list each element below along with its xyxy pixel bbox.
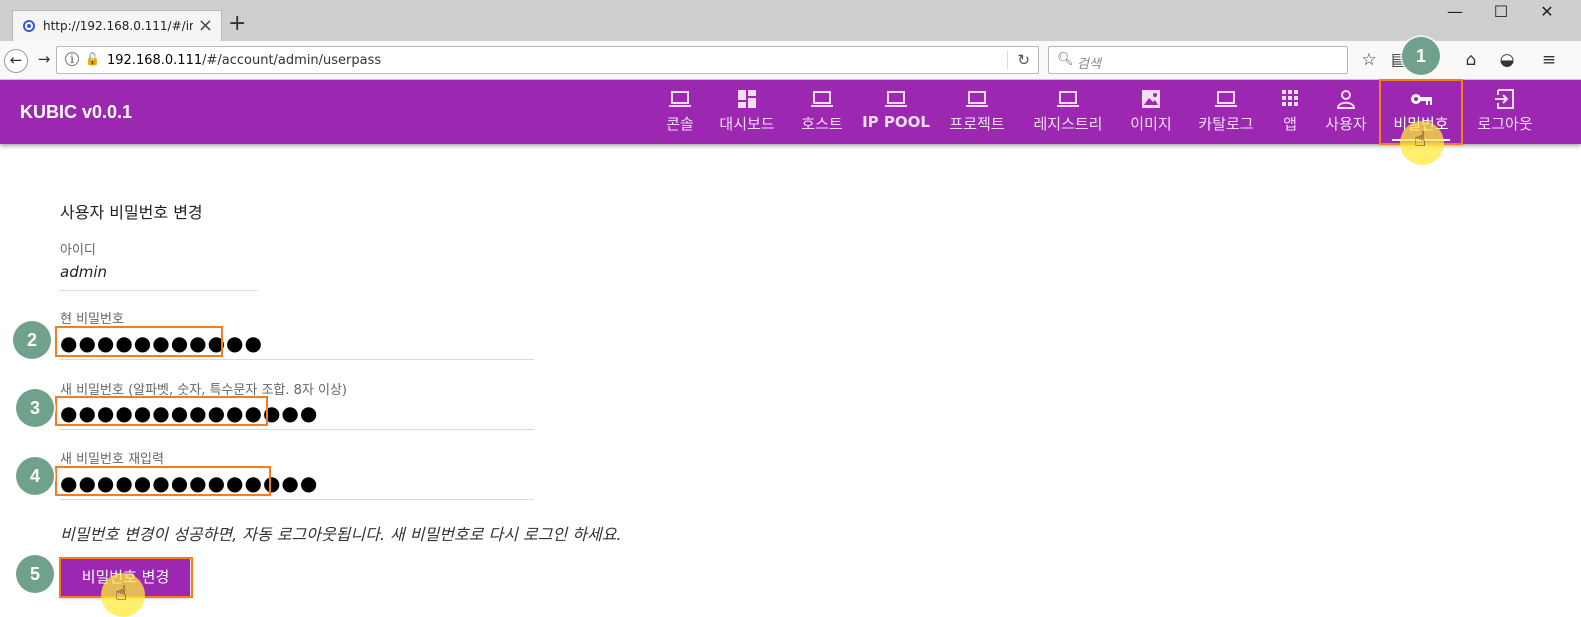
nav-item-catalog[interactable]: 카탈로그 <box>1188 80 1264 144</box>
search-placeholder: 검색 <box>1077 57 1101 72</box>
url-bar[interactable]: i 🔓 192.168.0.111/#/account/admin/userpa… <box>56 46 1039 74</box>
page-title: 사용자 비밀번호 변경 <box>60 203 203 222</box>
nav-label: 앱 <box>1283 115 1297 133</box>
nav-item-dashboard[interactable]: 대시보드 <box>710 80 784 144</box>
highlight-box-new-password <box>55 396 268 426</box>
laptop-icon <box>1188 89 1264 111</box>
nav-item-apps[interactable]: 앱 <box>1272 80 1308 144</box>
brand-title[interactable]: KUBIC v0.0.1 <box>20 102 132 123</box>
nav-label: IP POOL <box>862 113 930 131</box>
laptop-icon <box>656 89 704 111</box>
browser-navbar: ← → i 🔓 192.168.0.111/#/account/admin/us… <box>0 41 1581 80</box>
nav-item-registry[interactable]: 레지스트리 <box>1022 80 1114 144</box>
minimize-window-button[interactable]: — <box>1432 2 1478 21</box>
nav-item-console[interactable]: 콘솔 <box>656 80 704 144</box>
new-tab-button[interactable]: + <box>228 13 246 35</box>
confirm-password-label: 새 비밀번호 재입력 <box>60 452 164 467</box>
url-host: 192.168.0.111 <box>107 53 203 68</box>
pocket-icon[interactable]: ◒ <box>1496 50 1518 70</box>
search-bar[interactable]: 🔍︎ 검색 <box>1048 46 1348 74</box>
nav-label: 대시보드 <box>719 115 775 133</box>
nav-label: 사용자 <box>1325 115 1367 133</box>
step-badge-5: 5 <box>16 555 54 593</box>
forward-button[interactable]: → <box>32 49 56 73</box>
close-window-button[interactable]: ✕ <box>1524 2 1570 21</box>
step-badge-4: 4 <box>16 457 54 495</box>
reload-icon[interactable]: ↻ <box>1017 51 1030 69</box>
nav-label: 콘솔 <box>666 115 694 133</box>
nav-item-image[interactable]: 이미지 <box>1122 80 1180 144</box>
nav-label: 레지스트리 <box>1033 115 1103 133</box>
nav-label: 로그아웃 <box>1477 115 1533 133</box>
logout-notice: 비밀번호 변경이 성공하면, 자동 로그아웃됩니다. 새 비밀번호로 다시 로그… <box>60 525 622 544</box>
step-badge-1: 1 <box>1402 37 1440 75</box>
nav-label: 호스트 <box>801 115 843 133</box>
highlight-box-confirm-password <box>55 466 271 496</box>
image-icon <box>1122 89 1180 111</box>
hand-cursor-icon: ☝ <box>115 581 128 605</box>
favicon-icon <box>23 20 35 32</box>
laptop-icon <box>860 89 932 111</box>
app-header: KUBIC v0.0.1 콘솔 대시보드 호스트 IP POOL 프로젝트 레지… <box>0 80 1581 144</box>
nav-label: 이미지 <box>1130 115 1172 133</box>
browser-tab[interactable]: http://192.168.0.111/#/imag × <box>12 10 222 41</box>
laptop-icon <box>792 89 852 111</box>
id-label: 아이디 <box>60 243 96 258</box>
hamburger-menu-icon[interactable]: ≡ <box>1538 50 1560 70</box>
tab-title: http://192.168.0.111/#/imag <box>43 19 193 33</box>
dashboard-icon <box>710 89 784 111</box>
id-divider <box>60 290 258 291</box>
nav-item-users[interactable]: 사용자 <box>1316 80 1376 144</box>
maximize-window-button[interactable]: ☐ <box>1478 2 1524 21</box>
home-icon[interactable]: ⌂ <box>1460 50 1482 70</box>
nav-item-project[interactable]: 프로젝트 <box>940 80 1014 144</box>
id-value: admin <box>60 263 107 281</box>
laptop-icon <box>940 89 1014 111</box>
nav-label: 프로젝트 <box>949 115 1005 133</box>
apps-grid-icon <box>1272 89 1308 111</box>
nav-item-ip-pool[interactable]: IP POOL <box>860 80 932 144</box>
bookmark-star-icon[interactable]: ☆ <box>1358 50 1380 70</box>
back-button[interactable]: ← <box>4 49 28 73</box>
search-icon: 🔍︎ <box>1057 52 1074 67</box>
close-tab-icon[interactable]: × <box>198 15 213 36</box>
insecure-lock-icon[interactable]: 🔓 <box>85 52 100 66</box>
info-icon[interactable]: i <box>65 52 79 66</box>
person-icon <box>1316 89 1376 111</box>
url-path: /#/account/admin/userpass <box>202 53 382 68</box>
url-text[interactable]: 192.168.0.111/#/account/admin/userpass <box>107 53 381 68</box>
step-badge-3: 3 <box>16 389 54 427</box>
nav-item-logout[interactable]: 로그아웃 <box>1468 80 1542 144</box>
hand-cursor-icon: ☝ <box>1414 127 1427 151</box>
nav-label: 카탈로그 <box>1198 115 1254 133</box>
exit-icon <box>1468 89 1542 111</box>
laptop-icon <box>1022 89 1114 111</box>
step-badge-2: 2 <box>13 321 51 359</box>
current-password-label: 현 비밀번호 <box>60 312 124 327</box>
nav-item-host[interactable]: 호스트 <box>792 80 852 144</box>
highlight-box-current-password <box>55 326 223 357</box>
browser-tab-strip: http://192.168.0.111/#/imag × + — ☐ ✕ <box>0 0 1581 41</box>
